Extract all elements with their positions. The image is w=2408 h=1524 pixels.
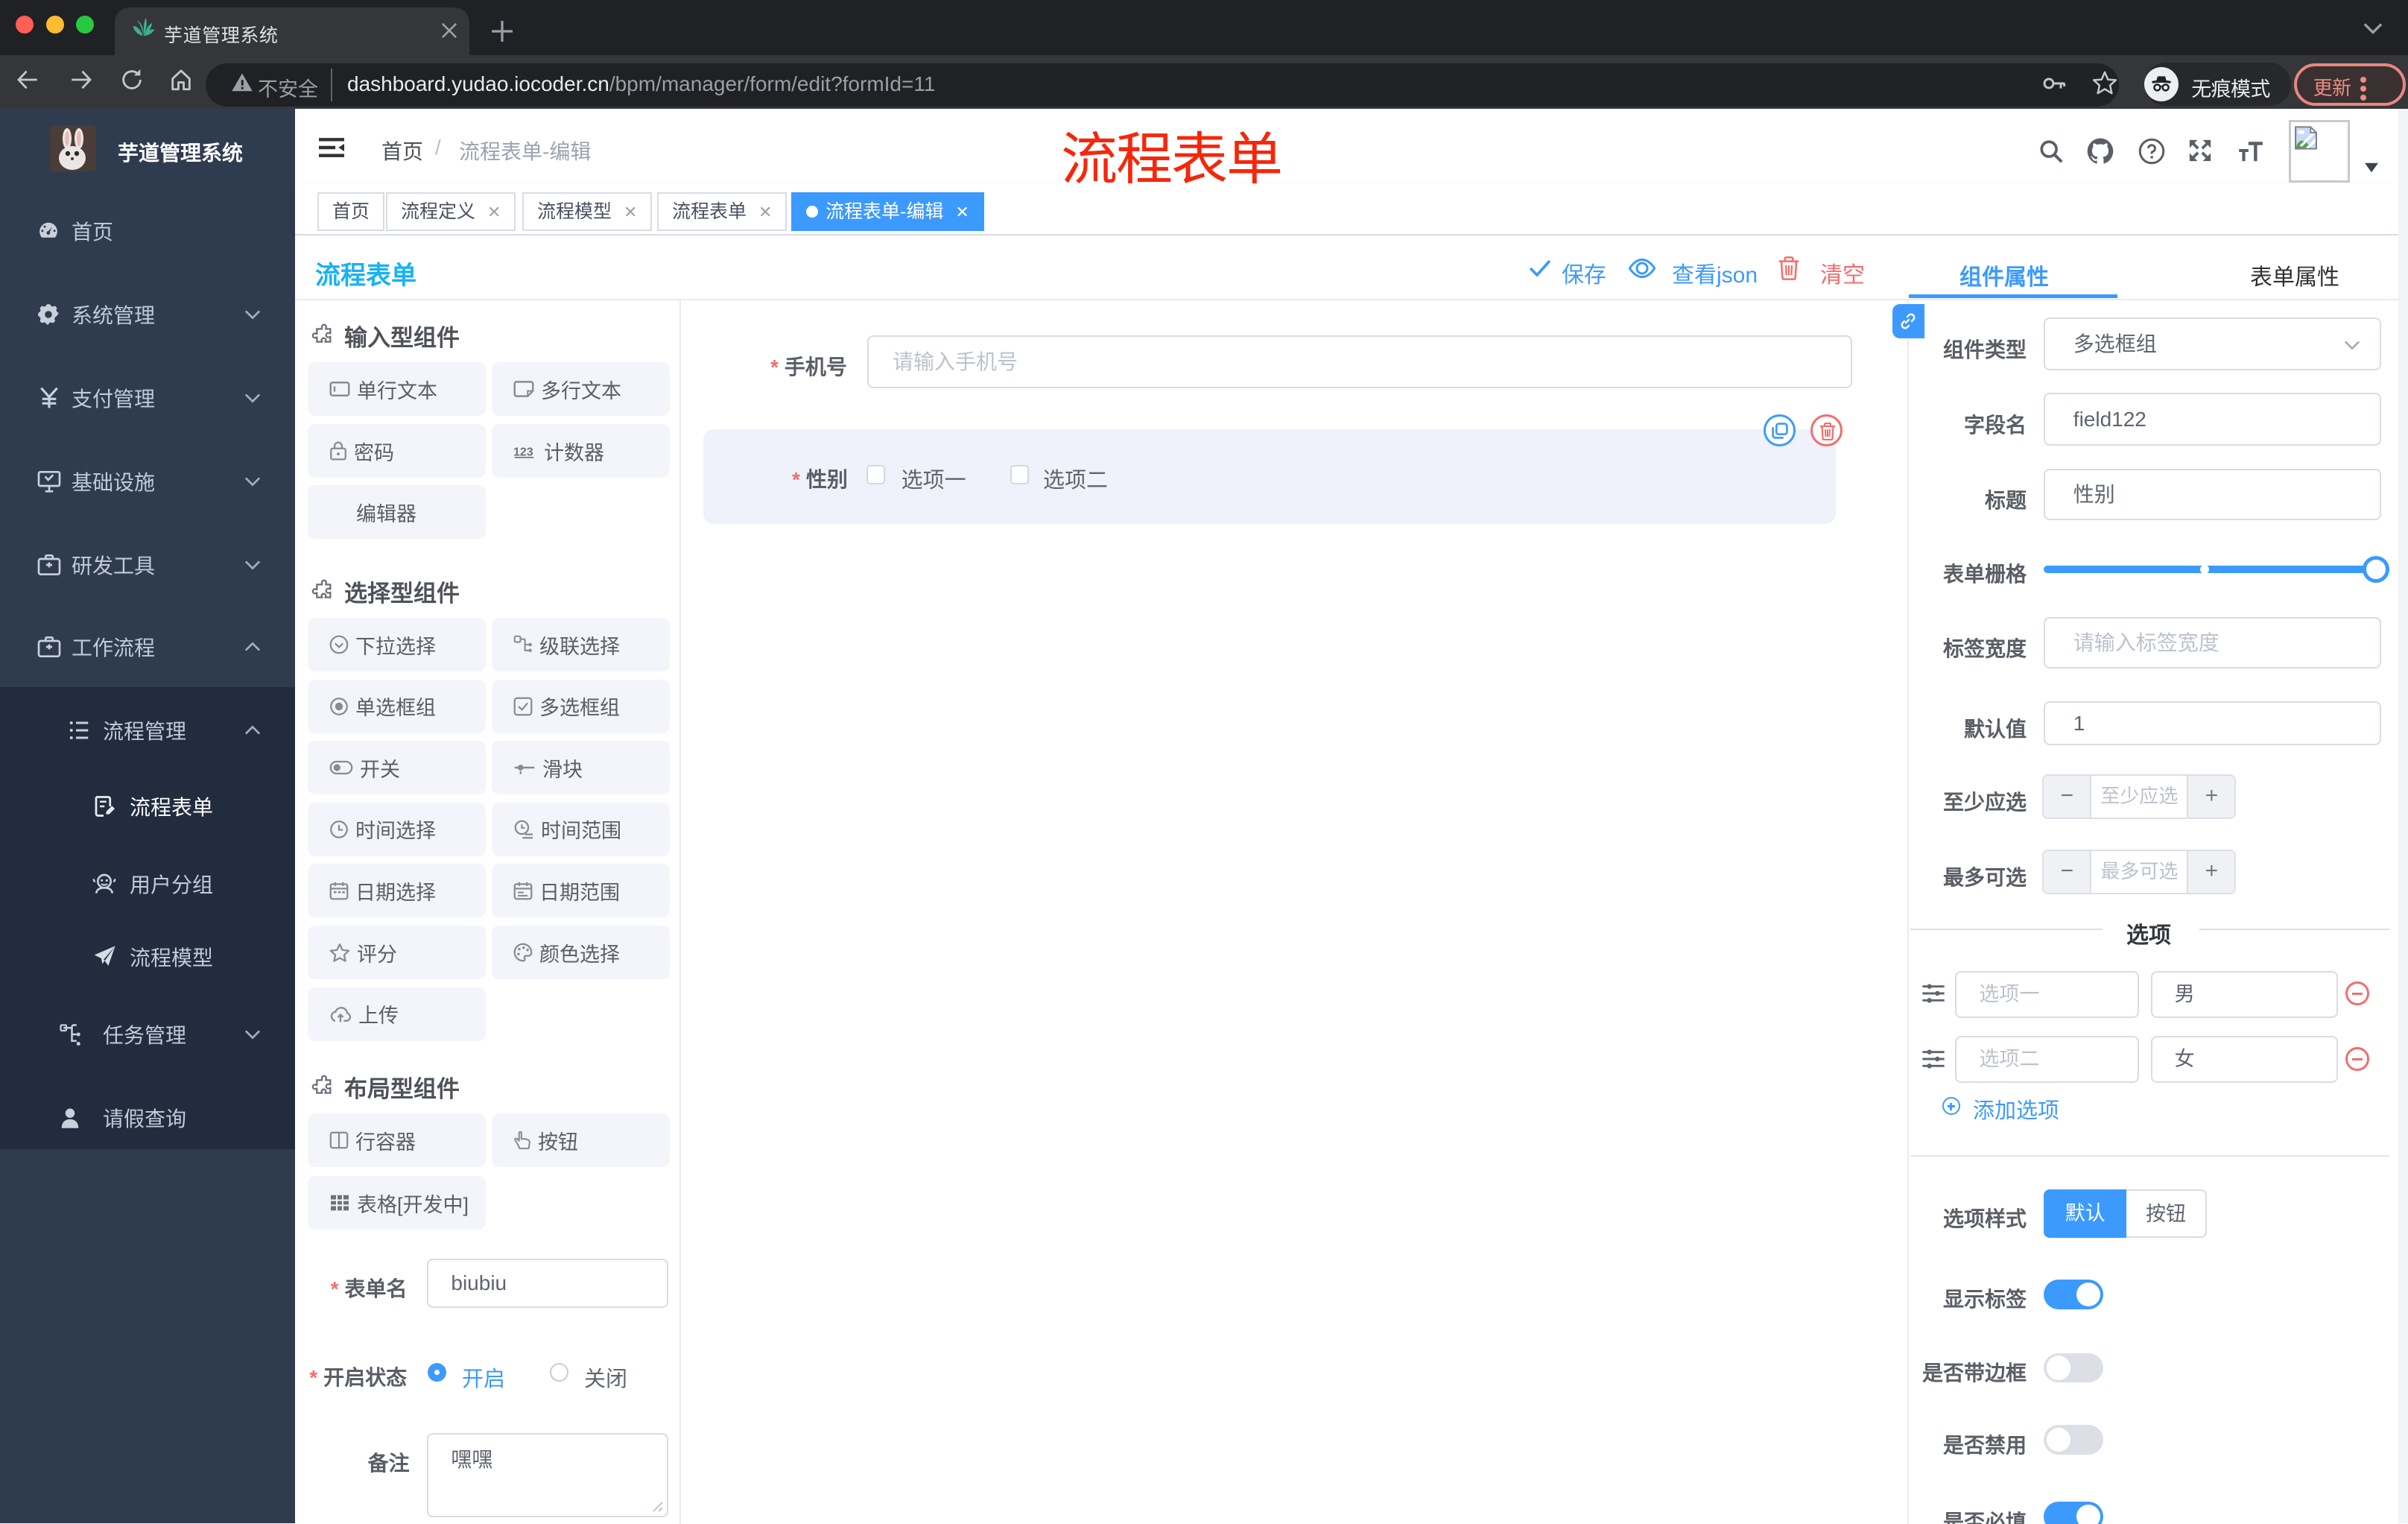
svg-text:123: 123 (513, 446, 533, 458)
